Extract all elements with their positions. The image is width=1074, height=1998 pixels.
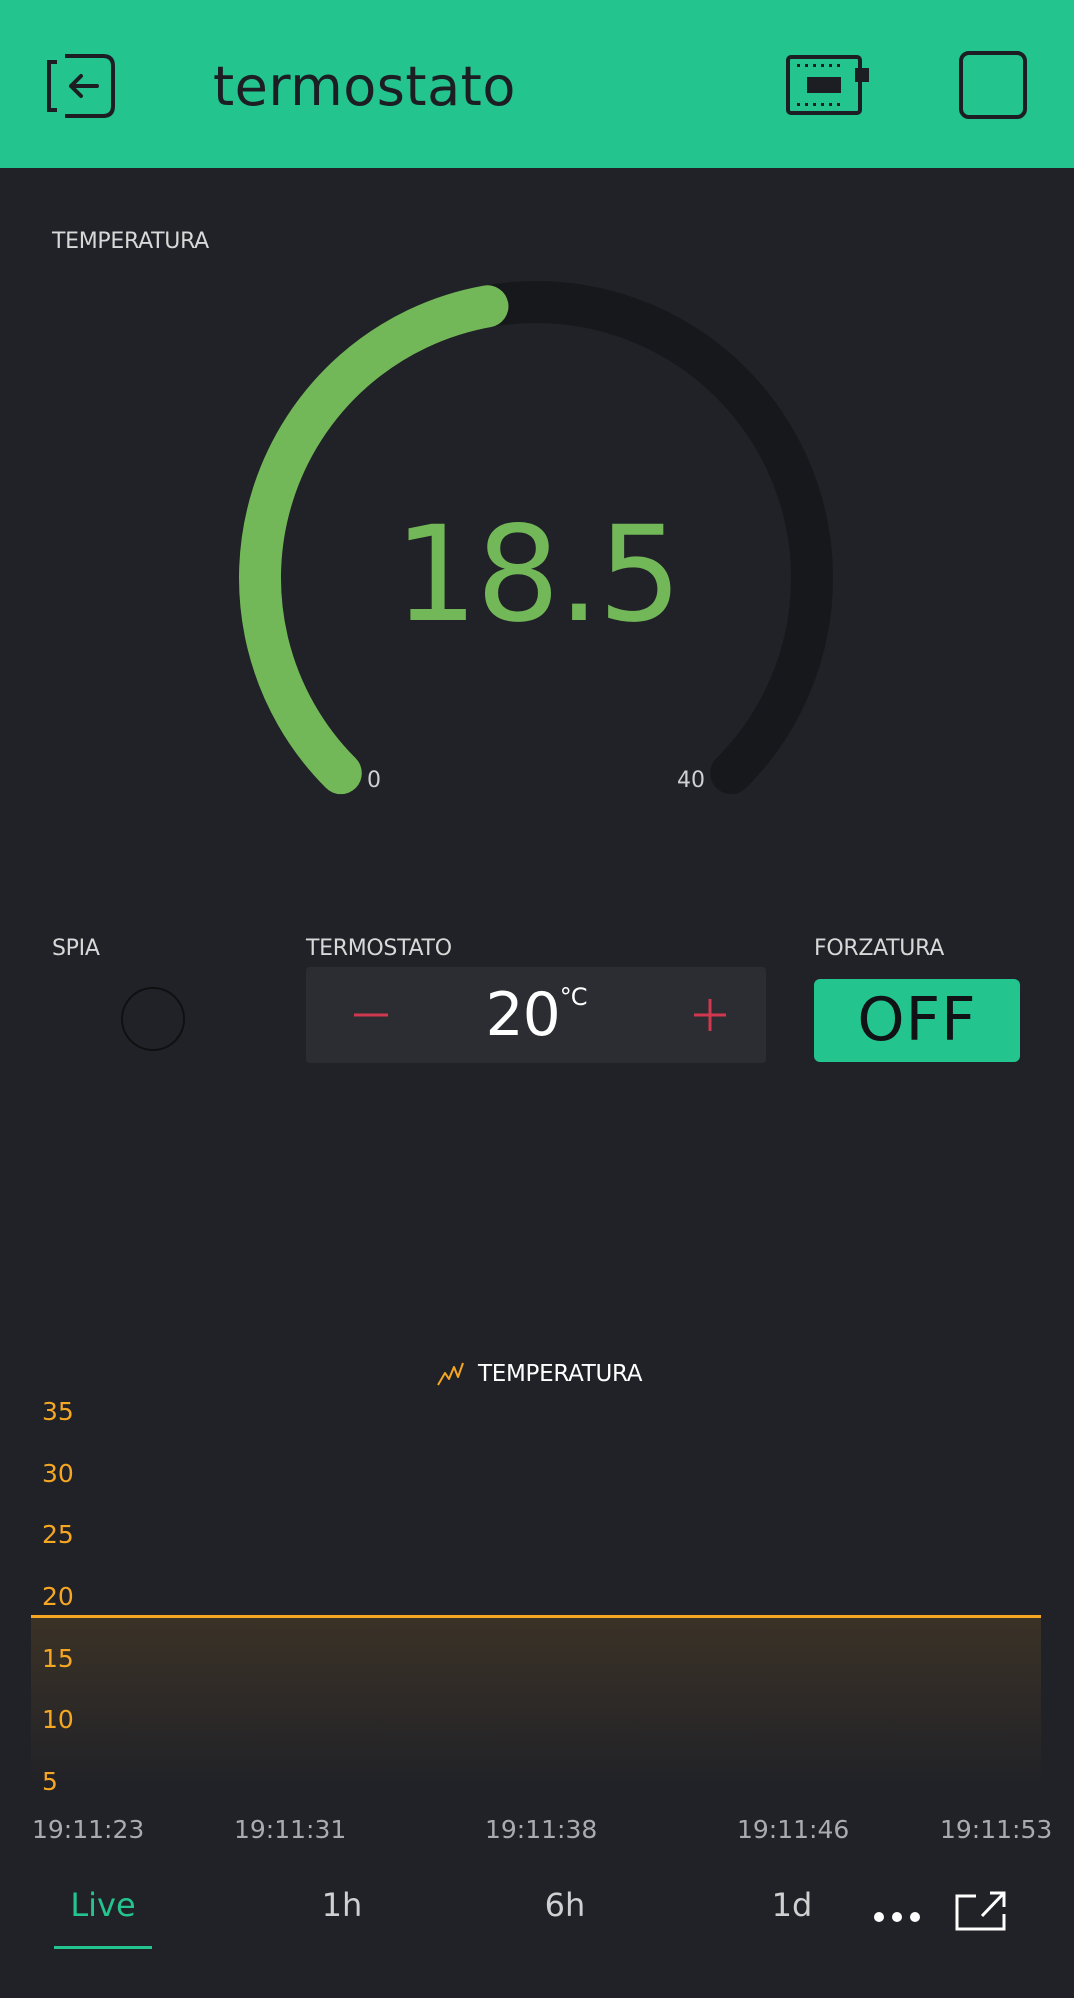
x-tick-label: 19:11:31 xyxy=(234,1815,347,1844)
stepper-label: TERMOSTATO xyxy=(306,936,452,961)
gauge-min-label: 0 xyxy=(367,768,381,793)
stepper-number: 20 xyxy=(485,980,560,1050)
y-tick-label: 30 xyxy=(42,1458,74,1488)
stepper-value: 20°C xyxy=(456,977,616,1053)
minus-icon[interactable] xyxy=(348,991,396,1039)
button-label: FORZATURA xyxy=(814,936,944,961)
x-tick-label: 19:11:46 xyxy=(737,1815,850,1844)
tab-6h[interactable]: 6h xyxy=(525,1886,605,1924)
x-tick-label: 19:11:38 xyxy=(485,1815,598,1844)
tab-1h[interactable]: 1h xyxy=(302,1886,382,1924)
y-tick-label: 20 xyxy=(42,1582,74,1611)
y-tick-label: 10 xyxy=(42,1705,74,1735)
led-indicator xyxy=(121,987,185,1051)
time-range-tabs: Live 1h 6h 1d xyxy=(0,1870,1074,1970)
x-tick-label: 19:11:23 xyxy=(32,1815,145,1844)
project-title: termostato xyxy=(213,55,516,118)
tab-live[interactable]: Live xyxy=(62,1886,144,1924)
active-tab-indicator xyxy=(54,1946,152,1949)
more-dots-icon[interactable] xyxy=(872,1910,922,1924)
stop-square-icon[interactable] xyxy=(958,50,1028,120)
tab-1d[interactable]: 1d xyxy=(752,1886,832,1924)
temperature-chart[interactable] xyxy=(0,1340,1074,1840)
x-tick-label: 19:11:53 xyxy=(940,1815,1053,1844)
y-tick-label: 15 xyxy=(42,1643,74,1673)
gauge-max-label: 40 xyxy=(677,768,705,793)
led-label: SPIA xyxy=(52,936,100,961)
export-icon[interactable] xyxy=(954,1890,1008,1932)
stepper-unit: °C xyxy=(559,983,588,1011)
gauge-label: TEMPERATURA xyxy=(52,229,209,254)
chart-area-fill xyxy=(31,1616,1041,1785)
y-tick-label: 5 xyxy=(42,1767,58,1796)
force-toggle-button[interactable]: OFF xyxy=(814,979,1020,1062)
y-tick-label: 25 xyxy=(42,1520,74,1550)
app-header: termostato xyxy=(0,0,1074,168)
plus-icon[interactable] xyxy=(686,991,734,1039)
y-tick-label: 35 xyxy=(42,1397,74,1426)
device-chip-icon[interactable] xyxy=(785,52,871,118)
gauge-value: 18.5 xyxy=(394,498,682,652)
exit-icon[interactable] xyxy=(43,52,117,120)
thermostat-stepper: 20°C xyxy=(306,967,766,1063)
